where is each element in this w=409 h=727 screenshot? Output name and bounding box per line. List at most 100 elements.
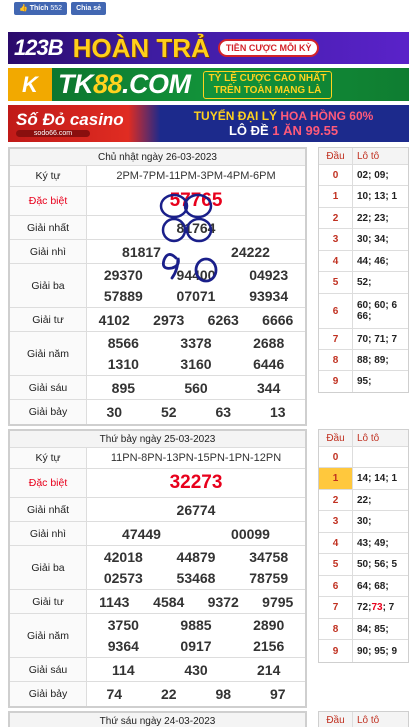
loto-table-3: Đầu Lô tô [318,711,409,727]
giai-nhi-value: 24222 [231,243,270,260]
loto-row: 0 02; 09; [319,165,408,186]
panel-title: Thứ bảy ngày 25-03-2023 [10,431,305,448]
like-button[interactable]: 👍 Thích 552 [14,2,68,15]
giai-nhi-value: 00099 [231,525,270,542]
giai-bay-value: 30 [106,404,123,420]
giai-bay-value: 97 [269,686,286,702]
like-count: 552 [50,5,63,12]
result-panel-2: Thứ bảy ngày 25-03-2023 Ký tự 11PN-8PN-1… [8,429,307,708]
loto-row: 9 95; [319,371,408,392]
banner-tk88-part-c: .COM [122,69,191,99]
col-loto-header: Lô tô [357,432,380,444]
share-button[interactable]: Chia sẻ [71,2,106,15]
result-panel-1: Chủ nhật ngày 26-03-2023 Ký tự 2PM-7PM-1… [8,147,307,426]
label-dac-biet: Đặc biệt [10,469,87,497]
loto-row: 4 44; 46; [319,251,408,272]
label-giai-bay: Giải bảy [10,682,87,706]
giai-ba-value: 94400 [176,266,216,283]
giai-ba-value: 07071 [176,288,216,305]
giai-nam-value: 9885 [180,616,212,633]
giai-ba-value: 04923 [249,266,289,283]
row-giai-nhi: Giải nhì 81817 24222 [10,240,305,264]
label-giai-bay: Giải bảy [10,400,87,424]
row-giai-bay: Giải bảy 30 52 63 13 [10,400,305,424]
label-giai-nhat: Giải nhất [10,498,87,521]
loto-row: 6 64; 68; [319,576,408,597]
banner-123b-badge: TIỀN CƯỢC MỖI KỲ [217,39,320,57]
banner-123b[interactable]: 123B HOÀN TRẢ TIỀN CƯỢC MỖI KỲ [8,32,409,64]
label-dac-biet: Đặc biệt [10,187,87,215]
giai-bay-value: 52 [160,404,177,420]
banner-tk88-tagline: TỶ LỆ CƯỢC CAO NHẤT TRÊN TOÀN MẠNG LÀ [202,70,333,99]
giai-bay-value: 63 [215,404,232,420]
banner-tk88-tagline-1: TỶ LỆ CƯỢC CAO NHẤT [208,72,327,84]
giai-ba-value: 53468 [176,570,216,587]
banner-tk88-tagline-2: TRÊN TOÀN MẠNG LÀ [213,84,322,96]
banner-sodo66-l2b: 1 ĂN 99.55 [272,123,339,138]
col-dau-header: Đầu [319,148,353,164]
loto-row: 4 43; 49; [319,533,408,554]
loto-table-2: Đầu Lô tô 0 1 14; 14; 1 2 22; 3 30; 4 43; 49… [318,429,409,663]
giai-bay-value: 13 [269,404,286,420]
loto-row: 6 60; 60; 6 66; [319,294,408,329]
giai-sau-value: 895 [111,379,136,396]
loto-row: 5 50; 56; 5 [319,554,408,576]
loto-row: 9 90; 95; 9 [319,640,408,662]
giai-sau-value: 214 [257,661,281,678]
row-giai-nam: Giải năm 8566 3378 2688 1310 3160 6446 [10,332,305,376]
giai-nam-value: 0917 [180,638,212,655]
row-giai-bay: Giải bảy 74 22 98 97 [10,682,305,706]
giai-ba-value: 93934 [249,288,289,305]
giai-ba-value: 29370 [103,266,143,283]
banner-tk88[interactable]: K TK88.COM TỶ LỆ CƯỢC CAO NHẤT TRÊN TOÀN… [8,68,409,101]
giai-nam-value: 8566 [107,334,139,351]
panel-title: Chủ nhật ngày 26-03-2023 [10,149,305,166]
loto-row: 0 [319,447,408,468]
giai-tu-value: 1143 [99,593,130,610]
banner-123b-logo: 123B [14,35,64,60]
giai-nhi-value: 81817 [122,243,161,260]
panel-title: Thứ sáu ngày 24-03-2023 [10,713,305,727]
giai-bay-value: 98 [215,686,232,702]
banner-sodo66-promo: TUYỂN ĐẠI LÝ HOA HỒNG 60% LÔ ĐỀ 1 ĂN 99.… [158,109,409,138]
row-giai-nhat: Giải nhất 81764 [10,216,305,240]
col-dau-header: Đầu [319,712,353,727]
loto-row: 8 88; 89; [319,350,408,371]
giai-nam-value: 3160 [180,356,212,373]
giai-sau-value: 560 [184,379,208,396]
banner-123b-headline: HOÀN TRẢ [72,32,210,63]
giai-nam-value: 9364 [107,638,139,655]
banner-sodo66[interactable]: Số Đỏ casino sodo66.com TUYỂN ĐẠI LÝ HOA… [8,105,409,142]
banner-tk88-headline: TK88.COM [58,69,191,100]
loto-row: 7 72; 73; 7 [319,597,408,619]
loto-row: 3 30; 34; [319,229,408,251]
giai-nam-value: 2156 [253,638,285,655]
loto-row: 8 84; 85; [319,619,408,640]
row-giai-ba: Giải ba 29370 94400 04923 57889 07071 93… [10,264,305,308]
giai-ba-value: 78759 [249,570,289,587]
giai-ba-value: 34758 [249,548,289,565]
label-giai-sau: Giải sáu [10,376,87,399]
giai-ba-value: 42018 [103,548,143,565]
giai-tu-value: 9795 [262,593,294,610]
row-kytu: Ký tự 2PM-7PM-11PM-3PM-4PM-6PM [10,166,305,187]
label-giai-ba: Giải ba [10,546,87,589]
kytu-value: 2PM-7PM-11PM-3PM-4PM-6PM [116,170,276,182]
giai-nam-value: 1310 [107,356,139,373]
loto-row: 5 52; [319,272,408,294]
banner-sodo66-l2a: LÔ ĐỀ [228,123,269,138]
label-giai-nam: Giải năm [10,332,87,375]
dac-biet-value: 57765 [169,190,223,211]
row-giai-ba: Giải ba 42018 44879 34758 02573 53468 78… [10,546,305,590]
giai-nam-value: 3750 [107,616,139,633]
result-panel-3: Thứ sáu ngày 24-03-2023 [8,711,307,727]
label-kytu: Ký tự [10,166,87,186]
row-giai-sau: Giải sáu 114 430 214 [10,658,305,682]
row-giai-tu: Giải tư 1143 4584 9372 9795 [10,590,305,614]
label-giai-nam: Giải năm [10,614,87,657]
label-giai-tu: Giải tư [10,590,87,613]
giai-nhat-value: 81764 [176,219,216,236]
like-label: Thích [29,5,49,12]
giai-bay-value: 74 [106,686,123,702]
giai-tu-value: 6666 [262,311,294,328]
